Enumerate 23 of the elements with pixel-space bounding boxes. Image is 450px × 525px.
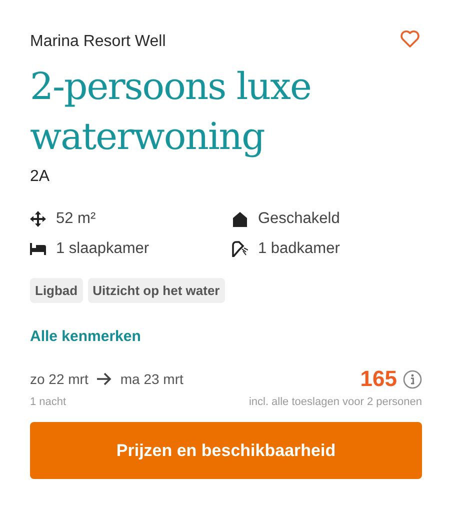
price-note: incl. alle toeslagen voor 2 personen [248,396,422,408]
feature-label: 1 badkamer [258,240,340,258]
feature-label: 1 slaapkamer [56,240,150,258]
shower-icon [232,241,248,257]
house-icon [232,212,248,226]
bed-icon [30,243,46,255]
feature-tag: Uitzicht op het water [88,278,225,303]
check-out-date: ma 23 mrt [120,371,184,387]
feature-tag: Ligbad [30,278,83,303]
unit-code: 2A [30,168,51,186]
info-icon[interactable] [403,370,422,388]
feature-label: 52 m² [56,210,96,228]
favorite-heart-icon[interactable] [400,30,420,48]
price: 165 [360,366,397,392]
accommodation-title: 2-persoons luxe waterwoning [30,64,312,160]
check-in-date: zo 22 mrt [30,371,88,387]
feature-label: Geschakeld [258,210,340,228]
nights-count: 1 nacht [30,396,68,408]
resort-name: Marina Resort Well [30,33,166,51]
prices-availability-button[interactable]: Prijzen en beschikbaarheid [30,422,422,479]
arrow-right-icon [96,372,112,386]
all-features-link[interactable]: Alle kenmerken [30,328,422,345]
move-arrows-icon [30,211,46,227]
